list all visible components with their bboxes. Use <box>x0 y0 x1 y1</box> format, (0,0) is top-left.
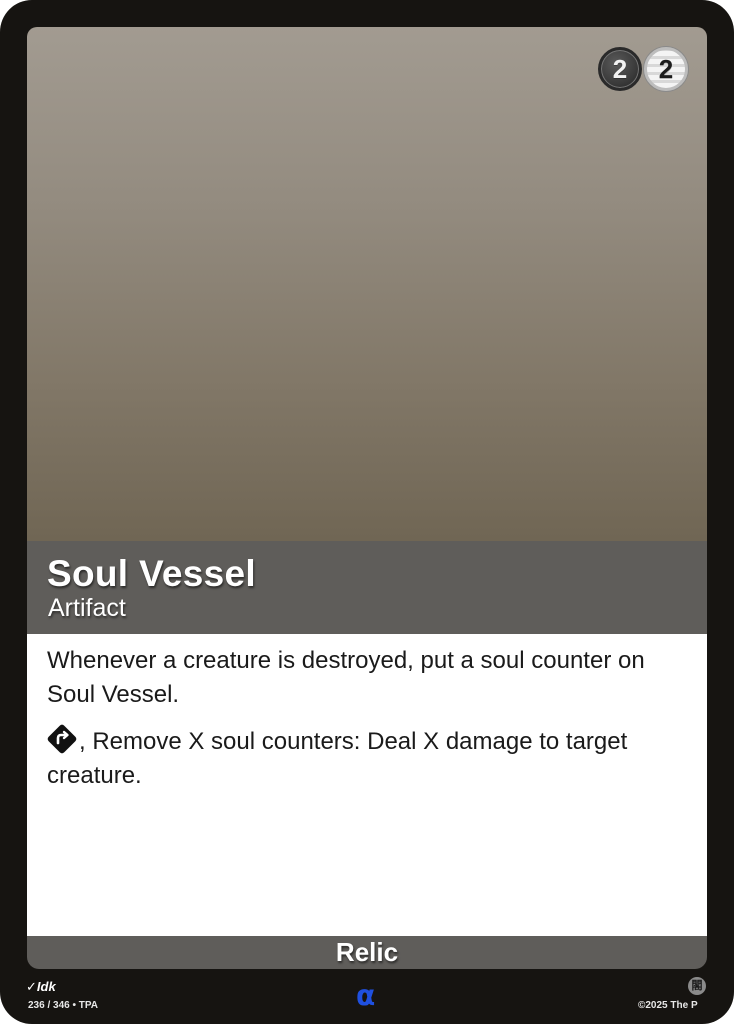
rules-text: Whenever a creature is destroyed, put a … <box>47 644 687 805</box>
card-art <box>27 27 707 541</box>
rules-paragraph: , Remove X soul counters: Deal X damage … <box>47 724 687 793</box>
cost-value: 2 <box>612 53 628 84</box>
set-badge-icon: 閣 <box>688 977 706 995</box>
brush-icon: ✓ <box>26 979 37 994</box>
rules-line: , Remove X soul counters: Deal X damage … <box>47 728 628 789</box>
mana-cost: 2 2 <box>598 47 688 91</box>
tap-icon <box>47 724 77 754</box>
cost-pip-light: 2 <box>644 47 688 91</box>
cost-pip-generic: 2 <box>598 47 642 91</box>
set-symbol-icon: α <box>356 979 376 1012</box>
rules-textbox: Whenever a creature is destroyed, put a … <box>27 634 707 936</box>
copyright: ©2025 The P <box>638 1000 698 1011</box>
card: 2 2 Soul Vessel Artifact Whenever a crea… <box>0 0 734 1024</box>
rarity-label: Relic <box>335 937 399 967</box>
artist-credit: ✓Idk <box>26 979 56 995</box>
type-line: Artifact <box>48 594 126 622</box>
rarity-bar: Relic <box>27 936 707 969</box>
rules-line: Whenever a creature is destroyed, put a … <box>47 647 645 708</box>
artist-name: Idk <box>36 979 56 994</box>
name-bar: Soul Vessel Artifact <box>27 541 707 634</box>
rules-paragraph: Whenever a creature is destroyed, put a … <box>47 644 687 712</box>
collector-number: 236 / 346 • TPA <box>28 1000 99 1011</box>
cost-value: 2 <box>658 53 674 84</box>
card-name: Soul Vessel <box>47 553 256 594</box>
